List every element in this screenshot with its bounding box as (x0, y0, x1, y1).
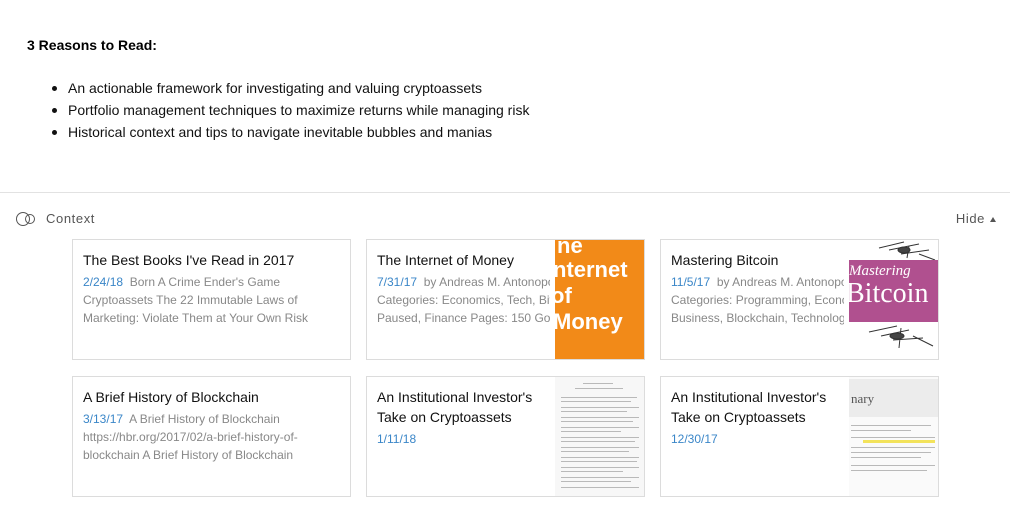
context-card-internet-of-money[interactable]: The Internet of Money 7/31/17 by Andreas… (366, 239, 645, 360)
card-meta: 3/13/17 A Brief History of Blockchain ht… (83, 410, 340, 464)
hide-label: Hide (955, 211, 985, 226)
card-title: The Best Books I've Read in 2017 (83, 252, 295, 268)
context-rings-icon (16, 210, 42, 226)
document-thumbnail (555, 377, 644, 496)
context-card-institutional-investor-1[interactable]: An Institutional Investor's Take on Cryp… (366, 376, 645, 497)
card-title: The Internet of Money (377, 252, 514, 268)
reason-item: An actionable framework for investigatin… (52, 77, 529, 99)
card-title: An Institutional Investor's Take on Cryp… (671, 389, 827, 425)
context-card-institutional-investor-2[interactable]: An Institutional Investor's Take on Cryp… (660, 376, 939, 497)
context-card-mastering-bitcoin[interactable]: Mastering Bitcoin 11/5/17 by Andreas M. … (660, 239, 939, 360)
card-date: 7/31/17 (377, 275, 418, 289)
card-snippet-line: Categories: Economics, Tech, Bitcoin (377, 293, 550, 307)
context-header: Context (16, 210, 95, 226)
cover-text: ne (557, 240, 583, 258)
card-snippet-line: Categories: Programming, Economics (671, 293, 844, 307)
card-meta: 11/5/17 by Andreas M. Antonopoulos Categ… (671, 273, 844, 327)
card-snippet: by Andreas M. Antonopoulos (716, 275, 844, 289)
doc-heading: nary (851, 391, 875, 406)
card-date: 11/5/17 (671, 275, 711, 289)
card-title: An Institutional Investor's Take on Cryp… (377, 389, 533, 425)
card-date: 2/24/18 (83, 275, 124, 289)
context-label: Context (46, 210, 96, 226)
card-date: 3/13/17 (83, 412, 124, 426)
hide-context-button[interactable]: Hide (956, 211, 996, 226)
card-snippet-line: Business, Blockchain, Technology (671, 311, 844, 325)
chevron-up-icon (990, 216, 996, 222)
card-meta: 2/24/18 Born A Crime Ender's Game Crypto… (83, 273, 340, 327)
card-meta: 12/30/17 (671, 430, 844, 448)
cover-text: nternet (555, 257, 628, 282)
section-divider (0, 192, 1010, 193)
card-meta: 1/11/18 (377, 430, 550, 448)
reason-item: Historical context and tips to navigate … (52, 121, 529, 143)
book-cover-thumbnail: ne nternet of Money (555, 240, 644, 359)
card-date: 12/30/17 (671, 432, 718, 446)
cover-text: Money (555, 309, 623, 334)
reasons-title: 3 Reasons to Read: (27, 37, 157, 53)
cover-text: of (555, 283, 572, 308)
card-title: Mastering Bitcoin (671, 252, 779, 268)
card-meta: 7/31/17 by Andreas M. Antonopoulos Categ… (377, 273, 550, 327)
context-card-best-books[interactable]: The Best Books I've Read in 2017 2/24/18… (72, 239, 351, 360)
card-title: A Brief History of Blockchain (83, 389, 259, 405)
cover-text: Bitcoin (849, 278, 929, 309)
card-snippet-line: Paused, Finance Pages: 150 Goodreads (377, 311, 550, 325)
context-card-blockchain-history[interactable]: A Brief History of Blockchain 3/13/17 A … (72, 376, 351, 497)
card-snippet: by Andreas M. Antonopoulos (423, 275, 550, 289)
card-date: 1/11/18 (377, 432, 417, 446)
book-cover-thumbnail: Mastering Bitcoin (849, 240, 938, 359)
reasons-list: An actionable framework for investigatin… (52, 77, 529, 143)
reason-item: Portfolio management techniques to maxim… (52, 99, 529, 121)
document-thumbnail: nary (849, 377, 938, 496)
